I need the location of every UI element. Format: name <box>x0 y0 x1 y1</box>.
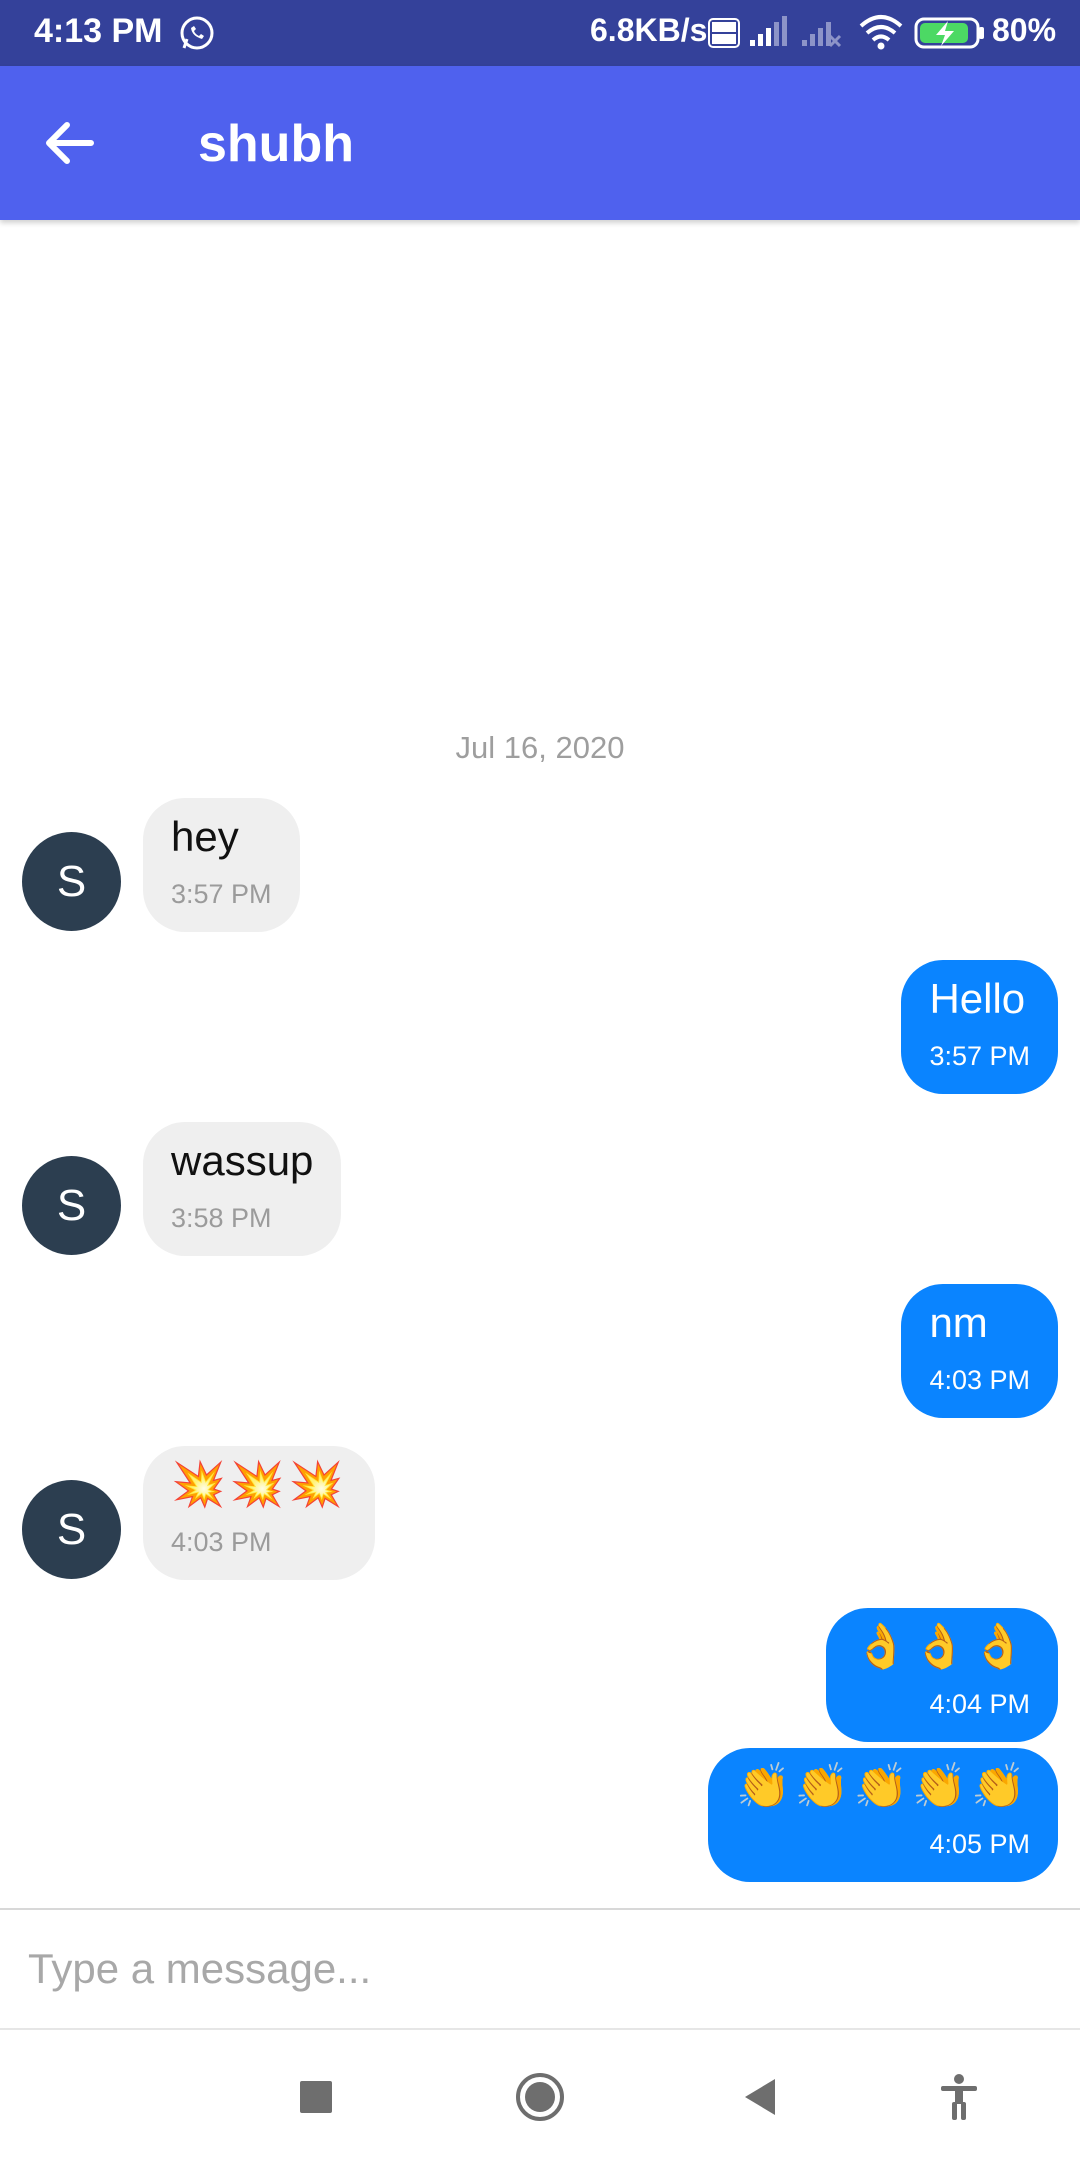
avatar[interactable]: S <box>22 1480 121 1579</box>
signal-icon <box>750 16 787 46</box>
wifi-icon <box>859 15 903 50</box>
signal-no-service-icon <box>802 22 842 48</box>
message-bubble-incoming[interactable]: hey 3:57 PM <box>143 798 300 932</box>
arrow-left-icon <box>46 122 94 164</box>
home-circle-icon <box>516 2073 564 2121</box>
home-button[interactable] <box>505 2062 575 2132</box>
message-bubble-outgoing[interactable]: Hello 3:57 PM <box>901 960 1058 1094</box>
volte-icon <box>708 18 740 48</box>
message-time: 4:03 PM <box>929 1365 1030 1395</box>
avatar[interactable]: S <box>22 1156 121 1255</box>
message-bubble-outgoing[interactable]: 👏👏👏👏👏 4:05 PM <box>708 1748 1058 1882</box>
chat-title: shubh <box>198 115 354 173</box>
message-time: 3:57 PM <box>171 879 272 909</box>
message-time: 4:03 PM <box>171 1527 272 1557</box>
app-bar: shubh <box>0 66 1080 220</box>
message-text: 👏👏👏👏👏 <box>736 1761 1030 1812</box>
battery-percent: 80% <box>992 12 1057 48</box>
accessibility-icon <box>941 2074 977 2120</box>
message-bubble-outgoing[interactable]: nm 4:03 PM <box>901 1284 1058 1418</box>
message-bubble-outgoing[interactable]: 👌👌👌 4:04 PM <box>825 1608 1058 1742</box>
recents-square-icon <box>300 2081 332 2113</box>
message-time: 4:04 PM <box>929 1689 1030 1719</box>
message-text: 👌👌👌 <box>853 1621 1030 1672</box>
status-bar: 4:13 PM 6.8KB/s 80% <box>0 0 1080 66</box>
back-triangle-icon <box>745 2079 775 2115</box>
message-list[interactable]: Jul 16, 2020 S hey 3:57 PM Hello 3:57 PM… <box>0 220 1080 1908</box>
back-nav-button[interactable] <box>725 2062 795 2132</box>
status-time: 4:13 PM <box>34 12 163 50</box>
message-input[interactable] <box>28 1934 1048 2004</box>
network-speed: 6.8KB/s <box>590 12 708 48</box>
avatar[interactable]: S <box>22 832 121 931</box>
battery-charging-icon <box>914 17 984 49</box>
recents-button[interactable] <box>281 2062 351 2132</box>
message-bubble-incoming[interactable]: 💥💥💥 4:03 PM <box>143 1446 376 1580</box>
message-time: 3:58 PM <box>171 1203 272 1233</box>
message-text: 💥💥💥 <box>171 1459 348 1510</box>
message-bubble-incoming[interactable]: wassup 3:58 PM <box>143 1122 342 1256</box>
message-text: wassup <box>171 1137 314 1184</box>
system-nav-bar <box>0 2030 1080 2160</box>
message-text: Hello <box>929 975 1026 1022</box>
whatsapp-icon <box>180 16 214 50</box>
accessibility-button[interactable] <box>924 2062 994 2132</box>
message-time: 4:05 PM <box>929 1829 1030 1859</box>
back-button[interactable] <box>32 110 108 176</box>
message-composer <box>0 1908 1080 2030</box>
message-text: nm <box>929 1299 988 1346</box>
message-time: 3:57 PM <box>929 1041 1030 1071</box>
message-text: hey <box>171 813 239 860</box>
date-separator: Jul 16, 2020 <box>455 730 625 765</box>
